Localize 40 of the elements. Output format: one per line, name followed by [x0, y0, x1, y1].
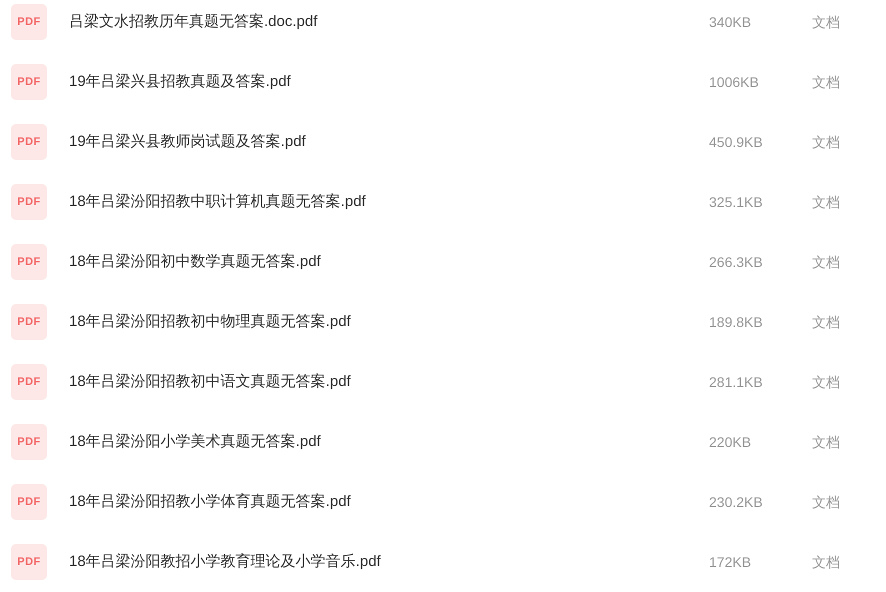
file-name[interactable]: 18年吕梁汾阳招教初中物理真题无答案.pdf [69, 310, 709, 334]
file-type: 文档 [812, 492, 840, 512]
file-name[interactable]: 18年吕梁汾阳教招小学教育理论及小学音乐.pdf [69, 550, 709, 574]
file-name[interactable]: 18年吕梁汾阳招教小学体育真题无答案.pdf [69, 490, 709, 514]
file-type: 文档 [812, 312, 840, 332]
file-size: 1006KB [709, 72, 760, 92]
file-type: 文档 [812, 132, 840, 152]
pdf-icon: PDF [11, 484, 47, 520]
file-type: 文档 [812, 252, 840, 272]
pdf-icon: PDF [11, 304, 47, 340]
pdf-icon: PDF [11, 364, 47, 400]
file-size: 340KB [709, 12, 752, 32]
pdf-icon: PDF [11, 64, 47, 100]
file-name[interactable]: 18年吕梁汾阳初中数学真题无答案.pdf [69, 250, 709, 274]
file-type: 文档 [812, 432, 840, 452]
file-size: 189.8KB [709, 312, 764, 332]
pdf-icon: PDF [11, 424, 47, 460]
file-size: 172KB [709, 552, 752, 572]
file-name[interactable]: 19年吕梁兴县教师岗试题及答案.pdf [69, 130, 709, 154]
file-size: 450.9KB [709, 132, 764, 152]
pdf-icon: PDF [11, 244, 47, 280]
file-type: 文档 [812, 72, 840, 92]
pdf-icon: PDF [11, 544, 47, 580]
file-type: 文档 [812, 12, 840, 32]
pdf-icon: PDF [11, 4, 47, 40]
file-name[interactable]: 18年吕梁汾阳小学美术真题无答案.pdf [69, 430, 709, 454]
file-name[interactable]: 19年吕梁兴县招教真题及答案.pdf [69, 70, 709, 94]
file-size: 266.3KB [709, 252, 764, 272]
file-name[interactable]: 吕梁文水招教历年真题无答案.doc.pdf [69, 10, 709, 34]
file-size: 325.1KB [709, 192, 764, 212]
file-type: 文档 [812, 192, 840, 212]
file-size: 230.2KB [709, 492, 764, 512]
file-type: 文档 [812, 372, 840, 392]
file-name[interactable]: 18年吕梁汾阳招教初中语文真题无答案.pdf [69, 370, 709, 394]
file-size: 220KB [709, 432, 752, 452]
file-name[interactable]: 18年吕梁汾阳招教中职计算机真题无答案.pdf [69, 190, 709, 214]
file-type: 文档 [812, 552, 840, 572]
file-size: 281.1KB [709, 372, 764, 392]
pdf-icon: PDF [11, 184, 47, 220]
pdf-icon: PDF [11, 124, 47, 160]
